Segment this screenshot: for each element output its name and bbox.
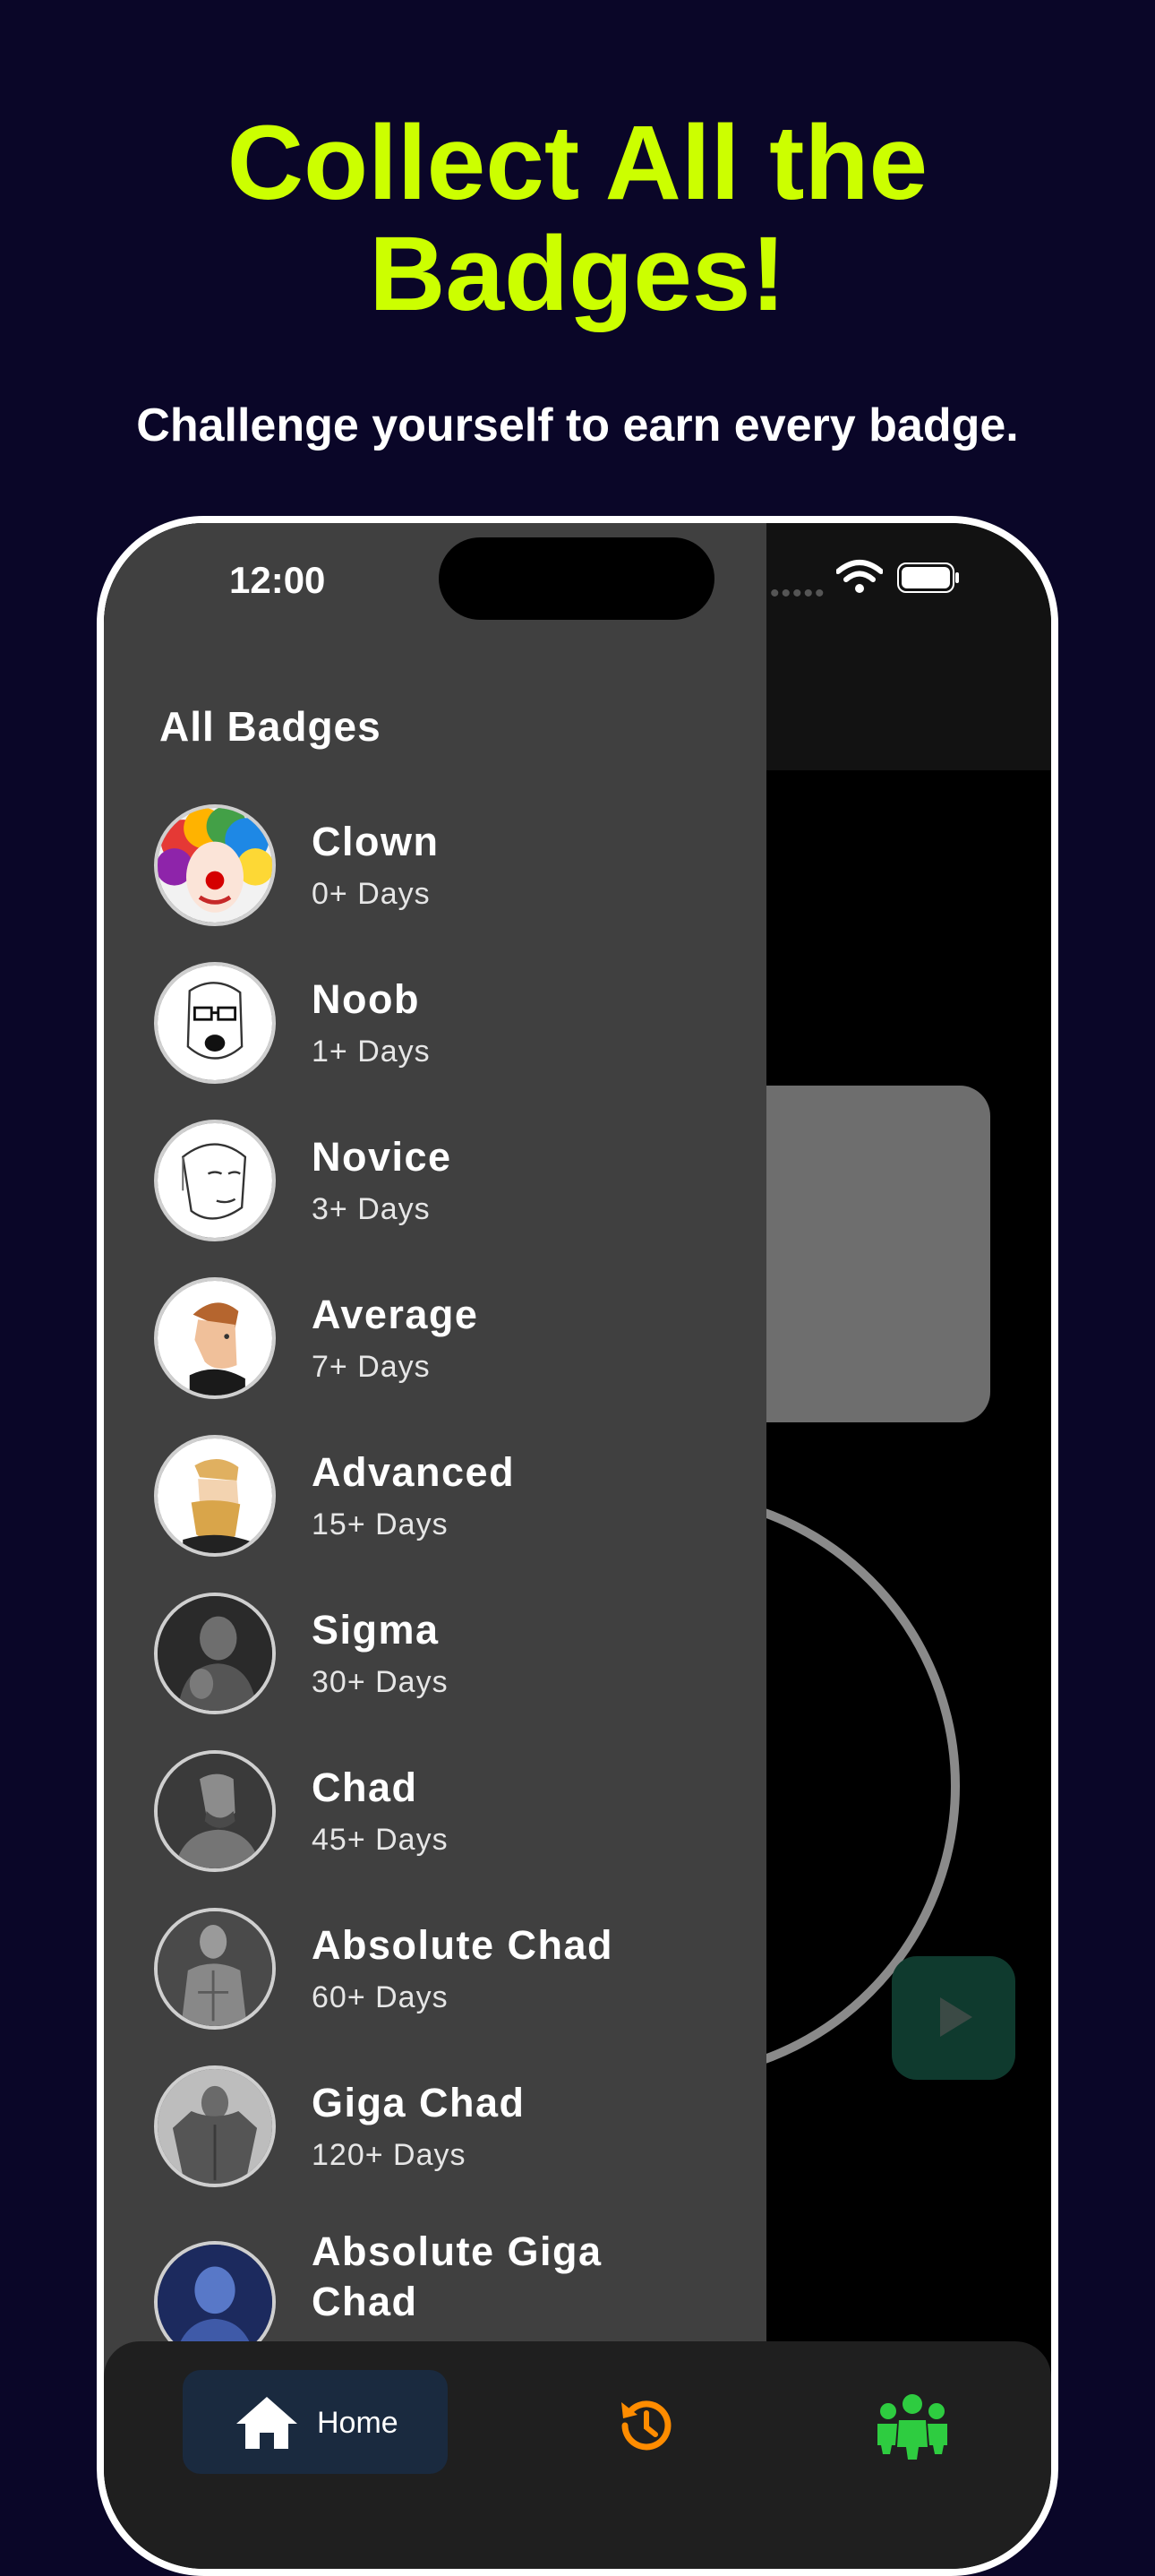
badge-name: Novice (312, 1134, 452, 1180)
badges-drawer: 12:00 All Badges Clown 0+ Days Noob 1+ D… (104, 523, 766, 2556)
status-time: 12:00 (229, 559, 326, 601)
badge-days: 15+ Days (312, 1507, 449, 1541)
dynamic-island (439, 537, 714, 620)
badge-item-noob[interactable]: Noob 1+ Days (104, 962, 766, 1120)
badge-days: 120+ Days (312, 2138, 466, 2172)
giga-chad-photo-avatar (154, 2065, 276, 2187)
badge-list[interactable]: Clown 0+ Days Noob 1+ Days Novice 3+ Day… (104, 804, 766, 2533)
badge-name: Advanced (312, 1449, 516, 1495)
badge-days: 1+ Days (312, 1035, 431, 1069)
average-man-avatar (154, 1277, 276, 1399)
phone-screen: ••••• 12:00 All Badges Clown 0+ Days Noo… (104, 523, 1051, 2569)
battery-icon (897, 562, 959, 593)
nav-home-tab[interactable]: Home (183, 2370, 448, 2474)
badge-name: Noob (312, 976, 420, 1022)
nav-home-label: Home (317, 2406, 398, 2440)
phone-frame: ••••• 12:00 All Badges Clown 0+ Days Noo… (97, 516, 1058, 2576)
promo-headline-line1: Collect All the (227, 104, 928, 222)
badge-days: 60+ Days (312, 1980, 449, 2014)
signal-dots: ••••• (770, 579, 826, 608)
chad-photo-avatar (154, 1750, 276, 1872)
badge-days: 45+ Days (312, 1823, 449, 1857)
badge-item-absolute-chad[interactable]: Absolute Chad 60+ Days (104, 1908, 766, 2065)
badge-name: Giga Chad (312, 2080, 526, 2125)
badge-item-advanced[interactable]: Advanced 15+ Days (104, 1435, 766, 1593)
promo-headline-line2: Badges! (369, 215, 786, 333)
group-icon[interactable] (874, 2391, 951, 2460)
drawer-title: All Badges (159, 703, 381, 750)
badge-item-sigma[interactable]: Sigma 30+ Days (104, 1593, 766, 1750)
badge-days: 7+ Days (312, 1350, 431, 1384)
wifi-icon (836, 560, 883, 593)
bottom-nav: Home (104, 2341, 1051, 2569)
badge-name: Sigma (312, 1607, 440, 1653)
badge-item-giga-chad[interactable]: Giga Chad 120+ Days (104, 2065, 766, 2223)
novice-wojak-avatar (154, 1120, 276, 1241)
badge-item-chad[interactable]: Chad 45+ Days (104, 1750, 766, 1908)
promo-subheadline: Challenge yourself to earn every badge. (136, 399, 1019, 451)
badge-name: Absolute Giga Chad (312, 2228, 603, 2324)
clown-avatar (154, 804, 276, 926)
noob-wojak-avatar (154, 962, 276, 1084)
badge-name: Chad (312, 1765, 418, 1810)
badge-days: 30+ Days (312, 1665, 449, 1699)
badge-days: 0+ Days (312, 877, 431, 911)
badge-name: Clown (312, 819, 440, 864)
badge-days: 3+ Days (312, 1192, 431, 1226)
badge-item-novice[interactable]: Novice 3+ Days (104, 1120, 766, 1277)
play-icon (940, 1997, 972, 2037)
badge-item-clown[interactable]: Clown 0+ Days (104, 804, 766, 962)
advanced-bearded-avatar (154, 1435, 276, 1557)
play-button[interactable] (892, 1956, 1015, 2080)
badge-name: Average (312, 1292, 479, 1337)
home-icon (236, 2397, 297, 2449)
history-icon[interactable] (612, 2393, 677, 2458)
badge-name: Absolute Chad (312, 1922, 614, 1968)
absolute-chad-photo-avatar (154, 1908, 276, 2030)
sigma-photo-avatar (154, 1593, 276, 1714)
badge-item-average[interactable]: Average 7+ Days (104, 1277, 766, 1435)
promo-headline: Collect All the Badges! (0, 107, 1155, 330)
